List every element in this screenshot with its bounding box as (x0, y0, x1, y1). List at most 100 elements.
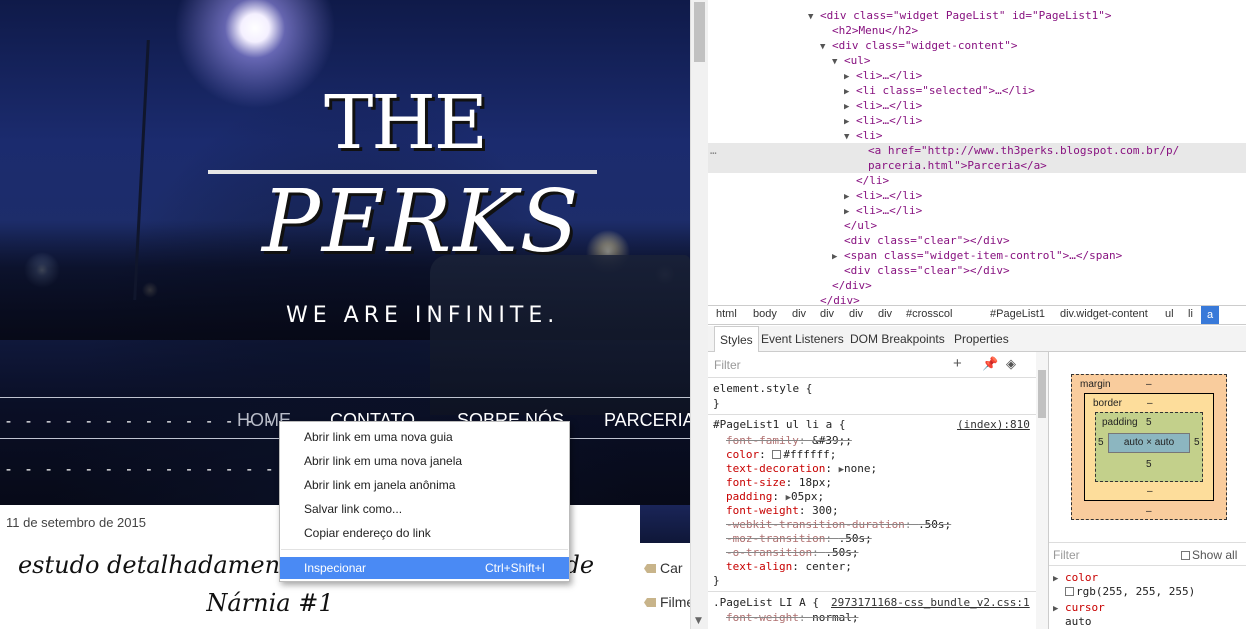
expand-arrow-icon[interactable]: ▶ (844, 192, 849, 202)
expand-arrow-icon[interactable]: ▶ (1053, 604, 1058, 614)
color-swatch-icon[interactable] (772, 450, 782, 459)
dom-node-div-clear[interactable]: <div class="clear"></div> (844, 263, 1010, 278)
menu-item-save-link[interactable]: Salvar link como... (280, 498, 569, 520)
expand-arrow-icon[interactable]: ▼ (844, 132, 849, 142)
dom-node-pagelist[interactable]: ▼ <div class="widget PageList" id="PageL… (808, 8, 1111, 23)
scroll-down-arrow-icon[interactable]: ▼ (695, 616, 702, 626)
padding-right-value[interactable]: 5 (1194, 437, 1200, 448)
expand-arrow-icon[interactable]: ▶ (844, 72, 849, 82)
crumb-crosscol[interactable]: #crosscol (906, 308, 952, 320)
margin-top-value[interactable]: – (1146, 379, 1152, 390)
sidebar-item-filme[interactable]: Filme (644, 594, 690, 610)
page-scrollbar[interactable]: ▼ (690, 0, 708, 629)
css-property-font-size[interactable]: font-size: 18px; (726, 476, 832, 490)
css-property-color[interactable]: color: #ffffff; (726, 448, 836, 462)
menu-item-open-new-window[interactable]: Abrir link em uma nova janela (280, 450, 569, 472)
crumb-a[interactable]: a (1201, 306, 1220, 324)
new-rule-icon[interactable]: + (953, 355, 962, 372)
rule2-selector[interactable]: .PageList LI A { (713, 596, 819, 610)
computed-filter-input[interactable]: Filter (1053, 548, 1080, 562)
styles-scrollbar[interactable] (1036, 352, 1048, 629)
checkbox-icon[interactable] (1181, 551, 1190, 560)
dom-node-widget-content[interactable]: ▼ <div class="widget-content"> (820, 38, 1017, 53)
scrollbar-thumb[interactable] (1038, 370, 1046, 418)
menu-item-open-new-tab[interactable]: Abrir link em uma nova guia (280, 426, 569, 448)
tab-styles[interactable]: Styles (714, 326, 759, 352)
pin-icon[interactable]: 📌 (982, 356, 998, 372)
sidebar-item-car[interactable]: Car (644, 560, 683, 576)
expand-arrow-icon[interactable]: ▶ (844, 207, 849, 217)
dom-node-ul-close[interactable]: </ul> (844, 218, 877, 233)
nav-item-parceria[interactable]: PARCERIA (604, 410, 690, 431)
expand-arrow-icon[interactable]: ▶ (832, 252, 837, 262)
border-bottom-value[interactable]: – (1147, 486, 1153, 497)
computed-cursor-prop[interactable]: ▶ cursor (1053, 601, 1105, 614)
crumb-div[interactable]: div (878, 308, 892, 320)
expand-arrow-icon[interactable]: ▼ (808, 12, 813, 22)
crumb-body[interactable]: body (753, 308, 777, 320)
css-property-moz-transition[interactable]: -moz-transition: .50s; (726, 532, 872, 546)
expand-arrow-icon[interactable]: ▼ (832, 57, 837, 67)
expand-arrow-icon[interactable]: ▶ (844, 87, 849, 97)
dom-node-span-control[interactable]: ▶ <span class="widget-item-control">…</s… (832, 248, 1122, 263)
css-property-name: -moz-transition (726, 532, 826, 545)
rule2-source-link[interactable]: 2973171168-css_bundle_v2.css:1 (831, 596, 1030, 610)
css-property-text-decoration[interactable]: text-decoration: ▶none; (726, 462, 877, 476)
tab-dom-breakpoints[interactable]: DOM Breakpoints (850, 332, 945, 346)
padding-top-value[interactable]: 5 (1146, 417, 1152, 428)
margin-bottom-value[interactable]: – (1146, 506, 1152, 517)
dom-node-li[interactable]: ▶ <li>…</li> (844, 98, 922, 113)
dom-node-li-open[interactable]: ▼ <li> (844, 128, 883, 143)
styles-filter-input[interactable]: Filter (714, 358, 741, 372)
dom-node-anchor-selected[interactable]: … <a href="http://www.th3perks.blogspot.… (708, 143, 1246, 173)
box-model-content[interactable]: auto × auto (1108, 433, 1190, 453)
crumb-html[interactable]: html (716, 308, 737, 320)
border-top-value[interactable]: – (1147, 398, 1153, 409)
post-title-line2[interactable]: Nárnia #1 (0, 589, 540, 617)
crumb-li[interactable]: li (1188, 308, 1193, 320)
css-property-font-weight[interactable]: font-weight: 300; (726, 504, 839, 518)
toggle-element-state-icon[interactable]: ◈ (1006, 356, 1016, 372)
dom-node-div-close[interactable]: </div> (832, 278, 872, 293)
dom-node-li[interactable]: ▶ <li>…</li> (844, 188, 922, 203)
show-all-checkbox[interactable]: Show all (1181, 548, 1237, 562)
css-property-font-weight[interactable]: font-weight: normal; (726, 611, 858, 625)
padding-bottom-value[interactable]: 5 (1146, 459, 1152, 470)
dom-node-h2[interactable]: <h2>Menu</h2> (832, 23, 918, 38)
dom-node-div-close[interactable]: </div> (820, 293, 860, 305)
dom-node-li[interactable]: ▶ <li>…</li> (844, 203, 922, 218)
crumb-div[interactable]: div (849, 308, 863, 320)
crumb-widget-content[interactable]: div.widget-content (1060, 308, 1148, 320)
expand-arrow-icon[interactable]: ▶ (844, 102, 849, 112)
rule1-source-link[interactable]: (index):810 (957, 418, 1030, 432)
css-property-text-align[interactable]: text-align: center; (726, 560, 852, 574)
crumb-div[interactable]: div (820, 308, 834, 320)
dom-node-li-selected[interactable]: ▶ <li class="selected">…</li> (844, 83, 1035, 98)
css-property-font-family[interactable]: font-family: &#39;; (726, 434, 852, 448)
tab-event-listeners[interactable]: Event Listeners (761, 332, 844, 346)
expand-arrow-icon[interactable]: ▼ (820, 42, 825, 52)
dom-node-ul[interactable]: ▼ <ul> (832, 53, 871, 68)
menu-item-open-incognito[interactable]: Abrir link em janela anônima (280, 474, 569, 496)
css-property-o-transition[interactable]: -o-transition: .50s; (726, 546, 858, 560)
computed-color-prop[interactable]: ▶ color (1053, 571, 1098, 584)
tab-properties[interactable]: Properties (954, 332, 1009, 346)
crumb-pagelist1[interactable]: #PageList1 (990, 308, 1045, 320)
css-property-padding[interactable]: padding: ▶05px; (726, 490, 824, 504)
menu-item-inspect[interactable]: Inspecionar Ctrl+Shift+I (280, 557, 569, 579)
expand-arrow-icon[interactable]: ▶ (844, 117, 849, 127)
crumb-ul[interactable]: ul (1165, 308, 1174, 320)
element-style-selector[interactable]: element.style { (713, 382, 812, 396)
css-property-webkit-transition-duration[interactable]: -webkit-transition-duration: .50s; (726, 518, 951, 532)
dom-node-li[interactable]: ▶ <li>…</li> (844, 113, 922, 128)
color-swatch-icon[interactable] (1065, 587, 1074, 596)
padding-left-value[interactable]: 5 (1098, 437, 1104, 448)
dom-node-li[interactable]: ▶ <li>…</li> (844, 68, 922, 83)
dom-node-li-close[interactable]: </li> (856, 173, 889, 188)
expand-arrow-icon[interactable]: ▶ (1053, 574, 1058, 584)
rule1-selector[interactable]: #PageList1 ul li a { (713, 418, 845, 432)
dom-node-div-clear[interactable]: <div class="clear"></div> (844, 233, 1010, 248)
crumb-div[interactable]: div (792, 308, 806, 320)
scrollbar-thumb[interactable] (694, 2, 705, 62)
menu-item-copy-link[interactable]: Copiar endereço do link (280, 522, 569, 544)
